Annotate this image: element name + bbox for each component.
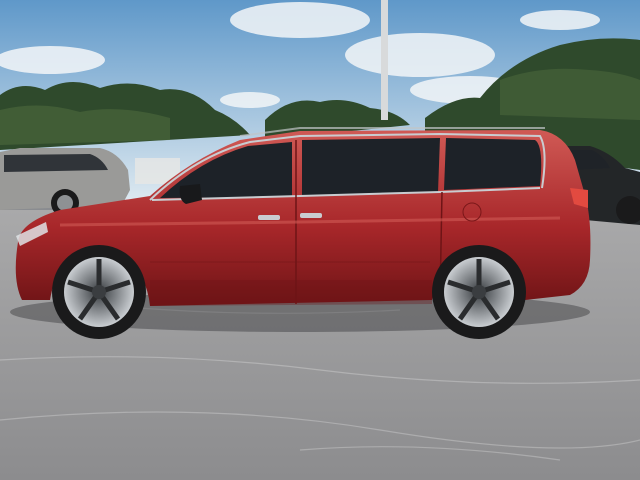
photo-scene [0, 0, 640, 480]
rear-wheel [432, 245, 526, 339]
sliding-door-handle [300, 213, 322, 218]
front-wheel [52, 245, 146, 339]
light-pole [381, 0, 388, 120]
sliding-door-window [302, 138, 440, 196]
rear-quarter-window [444, 138, 542, 190]
front-door-handle [258, 215, 280, 220]
